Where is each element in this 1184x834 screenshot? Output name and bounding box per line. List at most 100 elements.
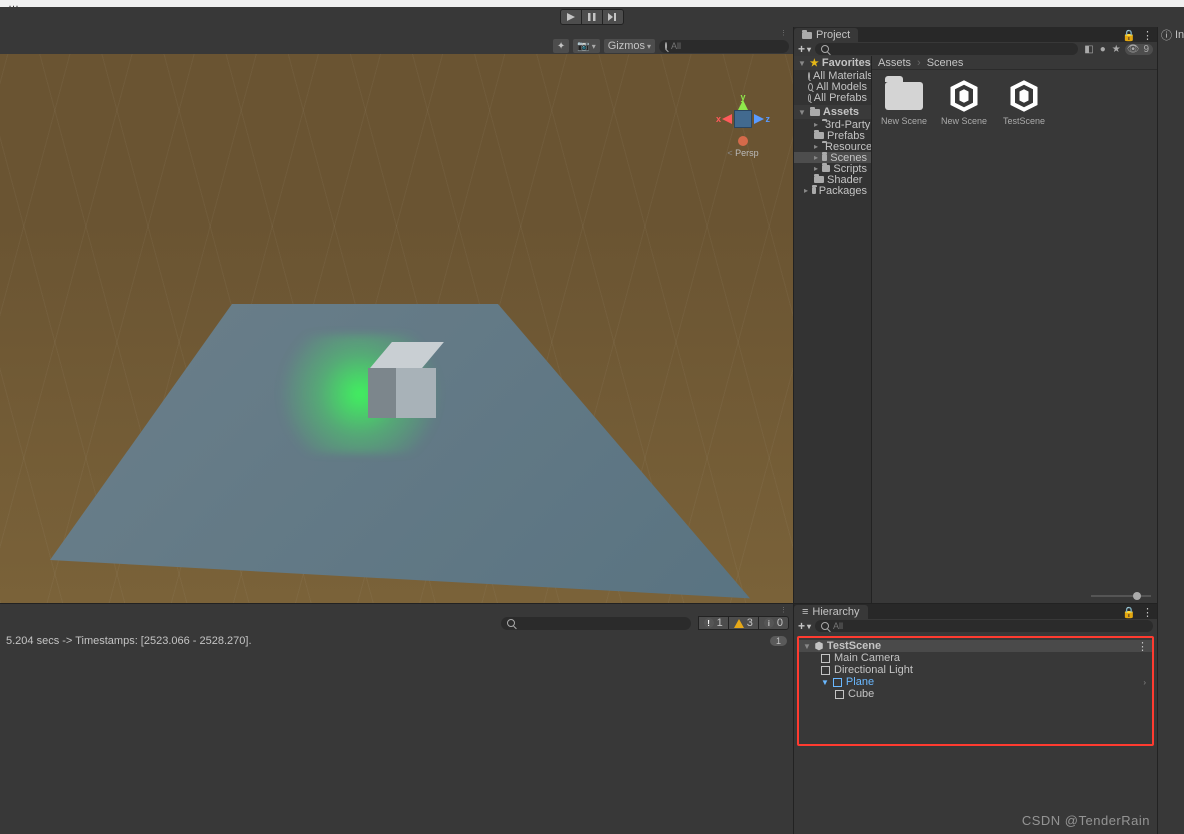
console-message[interactable]: 5.204 secs -> Timestamps: [2523.066 - 25… [6, 635, 252, 647]
project-panel: Project 🔒⋮ + ◧ ● ★ 👁9 ▼★Favo [794, 27, 1157, 603]
cube-object[interactable] [368, 342, 436, 418]
unity-scene-icon [942, 78, 986, 114]
tree-folder[interactable]: Prefabs [794, 130, 871, 141]
tool-button[interactable]: ✦ [553, 39, 569, 53]
inspector-panel: ⓘ Ins [1157, 27, 1184, 834]
hierarchy-tab[interactable]: ≡ Hierarchy [794, 605, 868, 619]
breadcrumb: Assets › Scenes [872, 56, 1157, 70]
folder-icon [822, 154, 827, 161]
packages-header[interactable]: ▸Packages [794, 185, 871, 196]
console-search-input[interactable] [519, 618, 685, 628]
favorite-icon[interactable]: ★ [1110, 44, 1123, 55]
console-toolbar: !1 3 i0 [0, 615, 793, 631]
pause-button[interactable] [581, 9, 603, 25]
add-button[interactable]: + [798, 619, 811, 633]
gizmos-dropdown[interactable]: Gizmos [604, 39, 655, 53]
tree-folder[interactable]: ▸Resources [794, 141, 871, 152]
scene-toolbar: ✦ 📷 Gizmos [0, 38, 793, 54]
favorites-item[interactable]: All Materials [794, 70, 871, 81]
asset-grid[interactable]: New Scene New Scene TestScene [872, 70, 1157, 589]
kebab-icon[interactable]: ⋮ [1142, 29, 1153, 42]
filter-label-icon[interactable]: ● [1098, 44, 1108, 55]
gameobject-icon [821, 666, 830, 675]
hierarchy-search[interactable] [815, 620, 1153, 632]
scene-options-bar: ⋮ [0, 27, 793, 38]
project-search-input[interactable] [833, 44, 1072, 54]
tree-folder[interactable]: ▸Scripts [794, 163, 871, 174]
favorites-item[interactable]: All Prefabs [794, 92, 871, 103]
perspective-label[interactable]: Persp [727, 148, 758, 158]
chevron-right-icon: › [1143, 678, 1146, 687]
info-icon: ⓘ [1161, 27, 1172, 43]
warning-icon [734, 619, 744, 628]
hierarchy-item-selected[interactable]: ▼Plane › [799, 676, 1152, 688]
asset-scene[interactable]: New Scene [940, 78, 988, 126]
menubar: … [0, 0, 1184, 7]
add-button[interactable]: + [798, 42, 811, 56]
search-icon [808, 72, 810, 80]
menu-item[interactable]: … [8, 0, 19, 7]
highlight-box: ▼ TestScene ⋮ Main Camera Directional Li… [797, 636, 1154, 746]
message-count: 1 [770, 636, 787, 646]
tree-folder[interactable]: ▸3rd-Party [794, 119, 871, 130]
error-filter[interactable]: !1 [698, 616, 729, 630]
folder-icon [814, 176, 824, 183]
hierarchy-icon: ≡ [802, 606, 808, 618]
console-body[interactable]: 5.204 secs -> Timestamps: [2523.066 - 25… [0, 631, 793, 834]
warning-filter[interactable]: 3 [728, 616, 759, 630]
folder-icon [814, 132, 824, 139]
asset-folder[interactable]: New Scene [880, 78, 928, 126]
breadcrumb-item[interactable]: Scenes [927, 57, 964, 69]
filter-type-icon[interactable]: ◧ [1082, 44, 1095, 55]
hierarchy-item[interactable]: Directional Light [799, 664, 1152, 676]
hierarchy-search-input[interactable] [833, 621, 1147, 631]
lock-icon[interactable]: 🔒 [1122, 606, 1136, 619]
breadcrumb-item[interactable]: Assets [878, 57, 911, 69]
search-icon [821, 45, 829, 53]
hidden-toggle[interactable]: 👁9 [1125, 44, 1153, 55]
hierarchy-item[interactable]: Main Camera [799, 652, 1152, 664]
lock-icon[interactable]: 🔒 [1122, 29, 1136, 42]
kebab-icon[interactable]: ⋮ [780, 29, 787, 37]
project-tab[interactable]: Project [794, 28, 858, 42]
scene-canvas[interactable]: y x z Persp [0, 54, 793, 603]
star-icon: ★ [810, 58, 819, 69]
asset-scene[interactable]: TestScene [1000, 78, 1048, 126]
scene-search-input[interactable] [671, 41, 788, 51]
unity-scene-icon [1002, 78, 1046, 114]
tree-folder[interactable]: Shader [794, 174, 871, 185]
favorites-header[interactable]: ▼★Favorites [794, 56, 871, 70]
favorites-item[interactable]: All Models [794, 81, 871, 92]
thumbnail-size-slider[interactable] [872, 589, 1157, 603]
project-search[interactable] [815, 43, 1078, 55]
search-icon [821, 622, 829, 630]
play-button[interactable] [560, 9, 582, 25]
scene-search[interactable] [659, 40, 789, 53]
step-button[interactable] [602, 9, 624, 25]
unity-scene-icon [814, 641, 824, 651]
scene-row[interactable]: ▼ TestScene ⋮ [799, 640, 1152, 652]
orientation-ball [738, 136, 748, 146]
scene-view: ⋮ ✦ 📷 Gizmos [0, 27, 793, 603]
project-toolbar: + ◧ ● ★ 👁9 [794, 42, 1157, 56]
console-search[interactable] [501, 617, 691, 630]
tree-folder-selected[interactable]: ▸Scenes [794, 152, 871, 163]
inspector-tab[interactable]: ⓘ Ins [1158, 27, 1184, 42]
scene-menu-icon[interactable]: ⋮ [1137, 640, 1148, 653]
gameobject-icon [835, 690, 844, 699]
orientation-gizmo[interactable]: y x z Persp [713, 110, 773, 180]
gameobject-icon [821, 654, 830, 663]
folder-icon [885, 82, 923, 110]
playback-toolbar [0, 7, 1184, 27]
info-icon: i [764, 618, 774, 628]
info-filter[interactable]: i0 [758, 616, 789, 630]
hierarchy-item[interactable]: Cube [799, 688, 1152, 700]
kebab-icon[interactable]: ⋮ [780, 606, 787, 614]
kebab-icon[interactable]: ⋮ [1142, 606, 1153, 619]
search-icon [665, 42, 667, 50]
assets-header[interactable]: ▼Assets [794, 105, 871, 119]
camera-dropdown[interactable]: 📷 [573, 39, 599, 53]
gameobject-icon [833, 678, 842, 687]
console-panel: ⋮ !1 3 i0 5.204 secs -> Timestamps: [252… [0, 603, 793, 834]
project-tree[interactable]: ▼★Favorites All Materials All Models All… [794, 56, 872, 603]
